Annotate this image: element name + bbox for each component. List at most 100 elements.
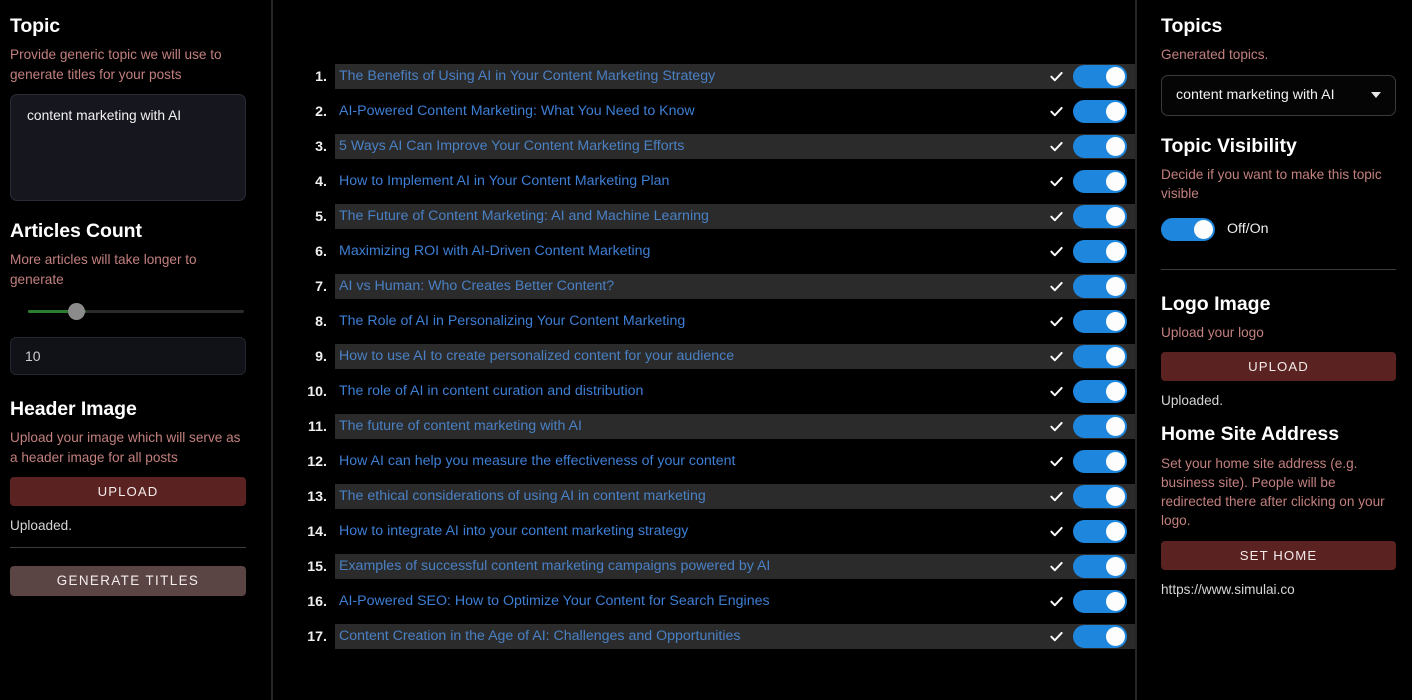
header-image-upload-button[interactable]: UPLOAD <box>10 476 246 506</box>
title-row: 10. The role of AI in content curation an… <box>273 374 1135 409</box>
toggle-knob <box>1106 382 1125 401</box>
toggle-knob <box>1106 592 1125 611</box>
title-row-body: AI vs Human: Who Creates Better Content? <box>335 274 1135 299</box>
title-row-number: 9. <box>315 348 327 365</box>
toggle-knob <box>1106 627 1125 646</box>
title-row-body: 5 Ways AI Can Improve Your Content Marke… <box>335 134 1135 159</box>
title-row-label[interactable]: Maximizing ROI with AI-Driven Content Ma… <box>339 239 1045 264</box>
title-row-toggle[interactable] <box>1073 100 1127 123</box>
title-row-label[interactable]: The future of content marketing with AI <box>339 414 1045 439</box>
title-row-toggle[interactable] <box>1073 65 1127 88</box>
toggle-knob <box>1106 487 1125 506</box>
topic-input[interactable] <box>10 93 246 201</box>
left-sidebar: Topic Provide generic topic we will use … <box>0 0 273 700</box>
header-image-status: Uploaded. <box>10 517 72 533</box>
toggle-knob <box>1106 417 1125 436</box>
title-row-toggle[interactable] <box>1073 205 1127 228</box>
articles-count-input[interactable] <box>10 336 246 375</box>
set-home-button[interactable]: SET HOME <box>1161 540 1396 570</box>
title-row-label[interactable]: How to integrate AI into your content ma… <box>339 519 1045 544</box>
title-row-toggle[interactable] <box>1073 380 1127 403</box>
title-row-label[interactable]: Content Creation in the Age of AI: Chall… <box>339 624 1045 649</box>
title-row-toggle[interactable] <box>1073 555 1127 578</box>
title-row-label[interactable]: The Benefits of Using AI in Your Content… <box>339 64 1045 89</box>
check-icon[interactable] <box>1045 419 1067 434</box>
title-row-number: 8. <box>315 313 327 330</box>
logo-image-heading: Logo Image <box>1161 292 1271 315</box>
check-icon[interactable] <box>1045 524 1067 539</box>
title-row-label[interactable]: How to Implement AI in Your Content Mark… <box>339 169 1045 194</box>
title-row-body: How to Implement AI in Your Content Mark… <box>335 169 1135 194</box>
title-row-toggle[interactable] <box>1073 170 1127 193</box>
title-row-label[interactable]: Examples of successful content marketing… <box>339 554 1045 579</box>
title-row-label[interactable]: 5 Ways AI Can Improve Your Content Marke… <box>339 134 1045 159</box>
home-site-help-text: Set your home site address (e.g. busines… <box>1161 455 1385 529</box>
title-row-body: How to integrate AI into your content ma… <box>335 519 1135 544</box>
toggle-knob <box>1106 277 1125 296</box>
title-row-toggle[interactable] <box>1073 590 1127 613</box>
title-row-label[interactable]: How AI can help you measure the effectiv… <box>339 449 1045 474</box>
check-icon[interactable] <box>1045 314 1067 329</box>
title-row-toggle[interactable] <box>1073 415 1127 438</box>
title-row-toggle[interactable] <box>1073 520 1127 543</box>
articles-count-section: Articles Count More articles will take l… <box>10 219 246 375</box>
title-row-number: 2. <box>315 103 327 120</box>
title-row: 11. The future of content marketing with … <box>273 409 1135 444</box>
check-icon[interactable] <box>1045 104 1067 119</box>
topics-section: Topics Generated topics. content marketi… <box>1161 14 1396 116</box>
check-icon[interactable] <box>1045 139 1067 154</box>
title-row-label[interactable]: AI-Powered Content Marketing: What You N… <box>339 99 1045 124</box>
title-row-label[interactable]: How to use AI to create personalized con… <box>339 344 1045 369</box>
title-row-toggle[interactable] <box>1073 240 1127 263</box>
title-row-body: The Future of Content Marketing: AI and … <box>335 204 1135 229</box>
title-row-toggle[interactable] <box>1073 450 1127 473</box>
toggle-knob <box>1106 522 1125 541</box>
title-row-body: How to use AI to create personalized con… <box>335 344 1135 369</box>
slider-thumb[interactable] <box>67 303 85 321</box>
title-row-body: The Role of AI in Personalizing Your Con… <box>335 309 1135 334</box>
topics-select[interactable]: content marketing with AI <box>1161 74 1396 116</box>
check-icon[interactable] <box>1045 209 1067 224</box>
logo-image-upload-button[interactable]: UPLOAD <box>1161 352 1396 382</box>
title-row-body: The ethical considerations of using AI i… <box>335 484 1135 509</box>
title-row-toggle[interactable] <box>1073 135 1127 158</box>
articles-count-help-text: More articles will take longer to genera… <box>10 252 197 287</box>
title-row: 14. How to integrate AI into your content… <box>273 514 1135 549</box>
title-row-toggle[interactable] <box>1073 345 1127 368</box>
title-row-body: Content Creation in the Age of AI: Chall… <box>335 624 1135 649</box>
title-row-toggle[interactable] <box>1073 625 1127 648</box>
title-row-label[interactable]: The Role of AI in Personalizing Your Con… <box>339 309 1045 334</box>
toggle-knob <box>1106 452 1125 471</box>
title-row-label[interactable]: AI vs Human: Who Creates Better Content? <box>339 274 1045 299</box>
title-row-toggle[interactable] <box>1073 275 1127 298</box>
check-icon[interactable] <box>1045 384 1067 399</box>
check-icon[interactable] <box>1045 349 1067 364</box>
topic-visibility-section: Topic Visibility Decide if you want to m… <box>1161 134 1396 241</box>
topic-visibility-toggle[interactable] <box>1161 217 1215 241</box>
topics-heading: Topics <box>1161 15 1223 37</box>
title-row-label[interactable]: AI-Powered SEO: How to Optimize Your Con… <box>339 589 1045 614</box>
check-icon[interactable] <box>1045 489 1067 504</box>
check-icon[interactable] <box>1045 594 1067 609</box>
check-icon[interactable] <box>1045 174 1067 189</box>
title-row-toggle[interactable] <box>1073 485 1127 508</box>
check-icon[interactable] <box>1045 454 1067 469</box>
topic-heading: Topic <box>10 15 61 37</box>
check-icon[interactable] <box>1045 559 1067 574</box>
toggle-knob <box>1106 557 1125 576</box>
check-icon[interactable] <box>1045 629 1067 644</box>
topics-help-text: Generated topics. <box>1161 47 1269 63</box>
topic-visibility-row: Off/On <box>1161 217 1396 241</box>
generate-titles-button[interactable]: GENERATE TITLES <box>10 565 246 596</box>
title-row-toggle[interactable] <box>1073 310 1127 333</box>
check-icon[interactable] <box>1045 244 1067 259</box>
title-row-label[interactable]: The ethical considerations of using AI i… <box>339 484 1045 509</box>
title-row-body: Examples of successful content marketing… <box>335 554 1135 579</box>
check-icon[interactable] <box>1045 69 1067 84</box>
title-row-label[interactable]: The role of AI in content curation and d… <box>339 379 1045 404</box>
check-icon[interactable] <box>1045 279 1067 294</box>
title-row: 2. AI-Powered Content Marketing: What You… <box>273 94 1135 129</box>
articles-count-slider[interactable] <box>18 299 254 325</box>
title-row-number: 5. <box>315 208 327 225</box>
title-row-label[interactable]: The Future of Content Marketing: AI and … <box>339 204 1045 229</box>
